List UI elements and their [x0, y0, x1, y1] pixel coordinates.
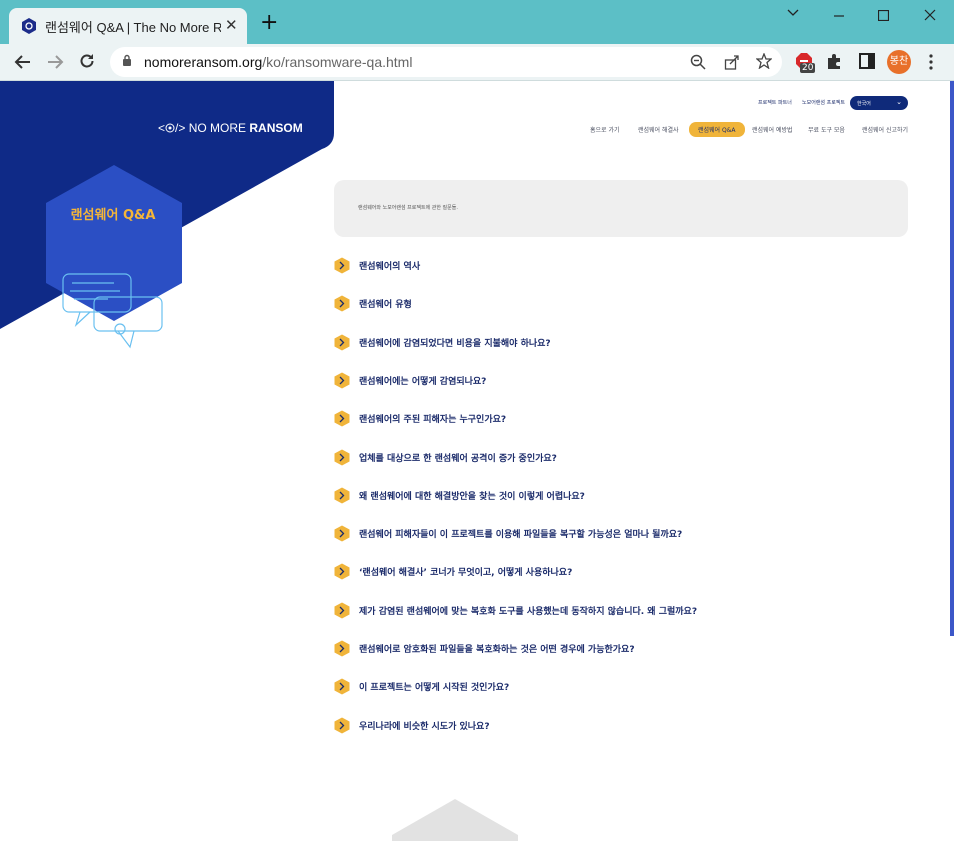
forward-arrow-icon[interactable] [46, 53, 64, 71]
extension-badge: 20 [800, 63, 816, 73]
faq-question[interactable]: ‘랜섬웨어 해결사’ 코너가 무엇이고, 어떻게 사용하나요? [359, 565, 572, 578]
extensions-puzzle-icon[interactable] [826, 53, 843, 70]
page-viewport: < /> NO MORE RANSOM 랜섬웨어 Q&A 프로젝트 파트너 노모어… [0, 81, 954, 841]
faq-question[interactable]: 랜섬웨어 피해자들이 이 프로젝트를 이용해 파일들을 복구할 가능성은 얼마나… [359, 527, 682, 540]
logo-bracket-left: < [158, 121, 166, 135]
reload-icon[interactable] [78, 52, 96, 70]
footer-hexagon [392, 799, 518, 841]
chevron-hexagon-icon [334, 717, 350, 734]
site-logo[interactable]: < /> NO MORE RANSOM [158, 121, 303, 135]
chevron-hexagon-icon [334, 410, 350, 427]
faq-question[interactable]: 우리나라에 비슷한 시도가 있나요? [359, 719, 490, 732]
bookmark-star-icon[interactable] [756, 53, 772, 69]
chevron-hexagon-icon [334, 449, 350, 465]
logo-emblem-icon [165, 123, 175, 133]
nav-ransomware-qa[interactable]: 랜섬웨어 Q&A [689, 122, 745, 137]
browser-tab-strip: 랜섬웨어 Q&A | The No More Ransom ✕ + [0, 0, 954, 44]
minimize-icon[interactable] [833, 10, 845, 22]
faq-question[interactable]: 왜 랜섬웨어에 대한 해결방안을 찾는 것이 이렇게 어렵나요? [359, 489, 585, 502]
url-path: /ko/ransomware-qa.html [262, 54, 413, 70]
intro-notice-text: 랜섬웨어와 노모어랜섬 프로젝트에 관한 질문들. [358, 205, 458, 211]
chevron-down-icon: ⌄ [896, 98, 902, 106]
share-icon[interactable] [724, 54, 740, 70]
intro-notice: 랜섬웨어와 노모어랜섬 프로젝트에 관한 질문들. [334, 180, 908, 237]
url-text[interactable]: nomoreransom.org/ko/ransomware-qa.html [144, 54, 412, 70]
faq-question[interactable]: 랜섬웨어의 주된 피해자는 누구인가요? [359, 412, 506, 425]
url-host: nomoreransom.org [144, 54, 263, 70]
close-window-icon[interactable] [924, 9, 936, 21]
chevron-hexagon-icon [334, 640, 350, 657]
language-select[interactable]: 한국어 ⌄ [850, 96, 908, 110]
nav-crypto-sheriff[interactable]: 랜섬웨어 해결사 [638, 125, 679, 134]
top-link-partners[interactable]: 프로젝트 파트너 [758, 99, 792, 106]
faq-question[interactable]: 랜섬웨어의 역사 [359, 259, 420, 272]
nav-prevention[interactable]: 랜섬웨어 예방법 [752, 125, 793, 134]
browser-tab[interactable]: 랜섬웨어 Q&A | The No More Ransom ✕ [9, 8, 247, 44]
maximize-icon[interactable] [878, 10, 889, 21]
chevron-hexagon-icon [334, 525, 350, 542]
logo-text-regular: NO MORE [188, 121, 250, 135]
chevron-hexagon-icon [334, 257, 350, 274]
chevron-hexagon-icon [334, 487, 350, 504]
faq-question[interactable]: 이 프로젝트는 어떻게 시작된 것인가요? [359, 680, 509, 693]
profile-avatar[interactable]: 봉찬 [887, 50, 911, 74]
language-label: 한국어 [857, 101, 871, 107]
faq-question[interactable]: 랜섬웨어 유형 [359, 297, 412, 310]
page-hero-title: 랜섬웨어 Q&A [70, 208, 156, 223]
faq-question[interactable]: 랜섬웨어에 감염되었다면 비용을 지불해야 하나요? [359, 336, 551, 349]
nav-report-crime[interactable]: 랜섬웨어 신고하기 [862, 125, 908, 134]
new-tab-button[interactable]: + [260, 12, 278, 34]
tab-title: 랜섬웨어 Q&A | The No More Ransom [45, 20, 221, 35]
browser-toolbar: nomoreransom.org/ko/ransomware-qa.html 2… [0, 44, 954, 81]
chevron-hexagon-icon [334, 602, 350, 619]
top-link-project[interactable]: 노모어랜섬 프로젝트 [802, 99, 845, 106]
chevron-hexagon-icon [334, 563, 350, 580]
page-scrollbar[interactable] [950, 81, 954, 636]
chevron-hexagon-icon [334, 334, 350, 351]
faq-question[interactable]: 제가 감염된 랜섬웨어에 맞는 복호화 도구를 사용했는데 동작하지 않습니다.… [359, 604, 697, 617]
back-arrow-icon[interactable] [14, 53, 32, 71]
site-favicon-icon [22, 18, 36, 34]
nav-home[interactable]: 홈으로 가기 [590, 125, 620, 134]
chevron-hexagon-icon [334, 678, 350, 695]
chat-bubbles-icon [62, 273, 163, 349]
tab-close-icon[interactable]: ✕ [225, 16, 238, 34]
nav-decryption-tools[interactable]: 무료 도구 모음 [808, 125, 845, 134]
menu-kebab-icon[interactable] [928, 53, 934, 71]
logo-text-bold: RANSOM [249, 121, 303, 135]
logo-bracket-right: /> [175, 121, 186, 135]
side-panel-icon[interactable] [859, 53, 875, 69]
faq-question[interactable]: 랜섬웨어에는 어떻게 감염되나요? [359, 374, 486, 387]
faq-question[interactable]: 랜섬웨어로 암호화된 파일들을 복호화하는 것은 어떤 경우에 가능한가요? [359, 642, 635, 655]
chevron-hexagon-icon [334, 372, 350, 389]
chevron-hexagon-icon [334, 295, 350, 312]
lock-icon[interactable] [122, 54, 132, 67]
zoom-icon[interactable] [690, 54, 706, 70]
tab-search-icon[interactable] [787, 6, 799, 18]
faq-question[interactable]: 업체를 대상으로 한 랜섬웨어 공격이 증가 중인가요? [359, 451, 557, 464]
address-bar[interactable]: nomoreransom.org/ko/ransomware-qa.html [110, 47, 782, 77]
